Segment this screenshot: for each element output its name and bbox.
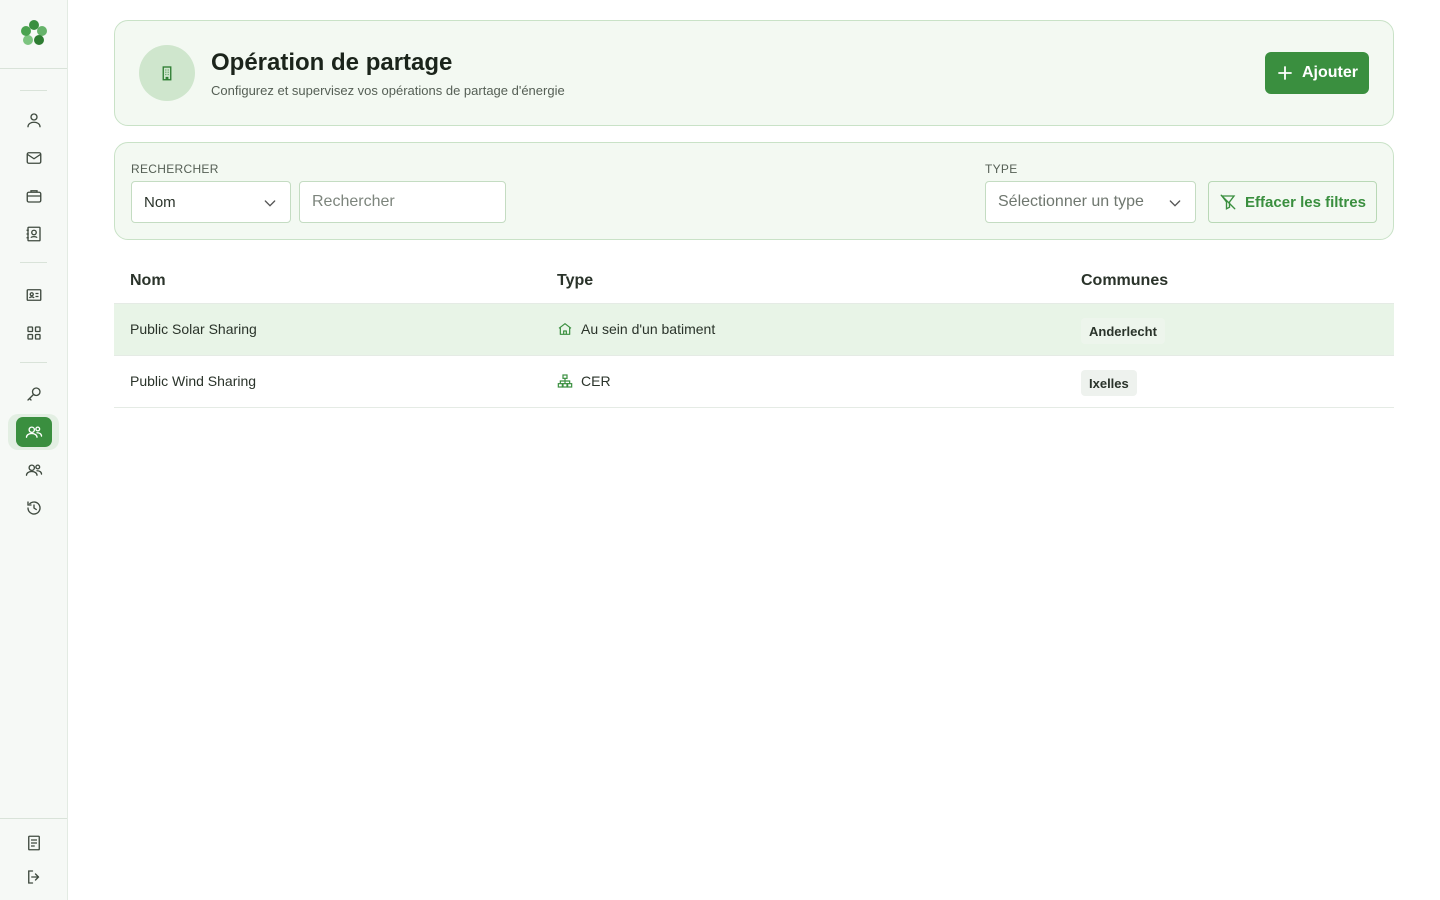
sidebar-item-logout[interactable] bbox=[14, 861, 54, 893]
page-header: Opération de partage Configurez et super… bbox=[114, 20, 1394, 126]
sidebar-item-mail[interactable] bbox=[14, 142, 54, 174]
sidebar bbox=[0, 0, 68, 900]
document-icon bbox=[28, 835, 40, 851]
commune-badge: Ixelles bbox=[1081, 370, 1137, 396]
search-field-select[interactable]: Nom bbox=[131, 181, 291, 223]
commune-badge: Anderlecht bbox=[1081, 318, 1165, 344]
sidebar-item-groups[interactable] bbox=[14, 454, 54, 486]
page-title: Opération de partage bbox=[211, 49, 453, 76]
sidebar-divider bbox=[20, 362, 47, 363]
key-icon bbox=[27, 387, 41, 401]
column-header-type[interactable]: Type bbox=[557, 272, 593, 290]
sidebar-item-history[interactable] bbox=[14, 492, 54, 524]
page-subtitle: Configurez et supervisez vos opérations … bbox=[211, 83, 565, 98]
row-type-label: CER bbox=[581, 373, 611, 389]
column-header-communes[interactable]: Communes bbox=[1081, 272, 1168, 290]
sharing-users-icon bbox=[25, 426, 42, 438]
sidebar-item-id-card[interactable] bbox=[14, 279, 54, 311]
mail-icon bbox=[26, 152, 42, 164]
sidebar-divider bbox=[0, 818, 67, 819]
sidebar-item-users[interactable] bbox=[14, 104, 54, 136]
sidebar-item-documents[interactable] bbox=[14, 827, 54, 859]
building-icon bbox=[558, 323, 572, 335]
sharing-operations-table: Nom Type Communes Public Solar Sharing A… bbox=[114, 256, 1394, 408]
row-type: CER bbox=[557, 373, 611, 389]
grid-icon bbox=[27, 326, 41, 340]
sidebar-item-contacts[interactable] bbox=[14, 218, 54, 250]
sidebar-item-key[interactable] bbox=[14, 378, 54, 410]
sidebar-item-grid[interactable] bbox=[14, 317, 54, 349]
search-input[interactable] bbox=[299, 181, 506, 223]
search-field-value: Nom bbox=[144, 193, 176, 211]
logout-icon bbox=[28, 870, 40, 884]
plus-icon bbox=[1278, 66, 1292, 80]
app-logo[interactable] bbox=[19, 18, 49, 48]
type-select-placeholder: Sélectionner un type bbox=[998, 193, 1144, 210]
clear-filters-button[interactable]: Effacer les filtres bbox=[1208, 181, 1377, 223]
type-select[interactable]: Sélectionner un type bbox=[985, 181, 1196, 223]
search-label: RECHERCHER bbox=[131, 162, 219, 176]
chevron-down-icon bbox=[1169, 200, 1181, 207]
table-row[interactable]: Public Solar Sharing Au sein d'un batime… bbox=[114, 304, 1394, 356]
history-icon bbox=[27, 501, 41, 515]
users-icon bbox=[25, 464, 43, 476]
row-type: Au sein d'un batiment bbox=[557, 321, 715, 337]
id-card-icon bbox=[26, 289, 42, 301]
chevron-down-icon bbox=[264, 200, 276, 207]
add-button-label: Ajouter bbox=[1302, 64, 1358, 81]
sidebar-divider bbox=[0, 68, 67, 69]
user-icon bbox=[27, 113, 41, 128]
type-label: TYPE bbox=[985, 162, 1018, 176]
add-button[interactable]: Ajouter bbox=[1265, 52, 1369, 94]
clear-filters-label: Effacer les filtres bbox=[1245, 193, 1366, 211]
filter-panel: RECHERCHER Nom TYPE Sélectionner un type… bbox=[114, 142, 1394, 240]
building-icon bbox=[139, 45, 195, 101]
filter-clear-icon bbox=[1220, 194, 1236, 210]
row-name: Public Wind Sharing bbox=[130, 373, 257, 389]
sidebar-divider bbox=[20, 90, 47, 91]
table-header: Nom Type Communes bbox=[114, 256, 1394, 304]
row-type-label: Au sein d'un batiment bbox=[581, 321, 716, 337]
sidebar-divider bbox=[20, 262, 47, 263]
contact-book-icon bbox=[26, 226, 41, 242]
table-row[interactable]: Public Wind Sharing CER Ixelles bbox=[114, 356, 1394, 408]
sidebar-item-briefcase[interactable] bbox=[14, 180, 54, 212]
row-name: Public Solar Sharing bbox=[130, 321, 257, 337]
sidebar-item-sharing[interactable] bbox=[8, 414, 59, 450]
column-header-name[interactable]: Nom bbox=[130, 272, 166, 290]
network-icon bbox=[557, 374, 573, 388]
briefcase-icon bbox=[26, 190, 42, 203]
